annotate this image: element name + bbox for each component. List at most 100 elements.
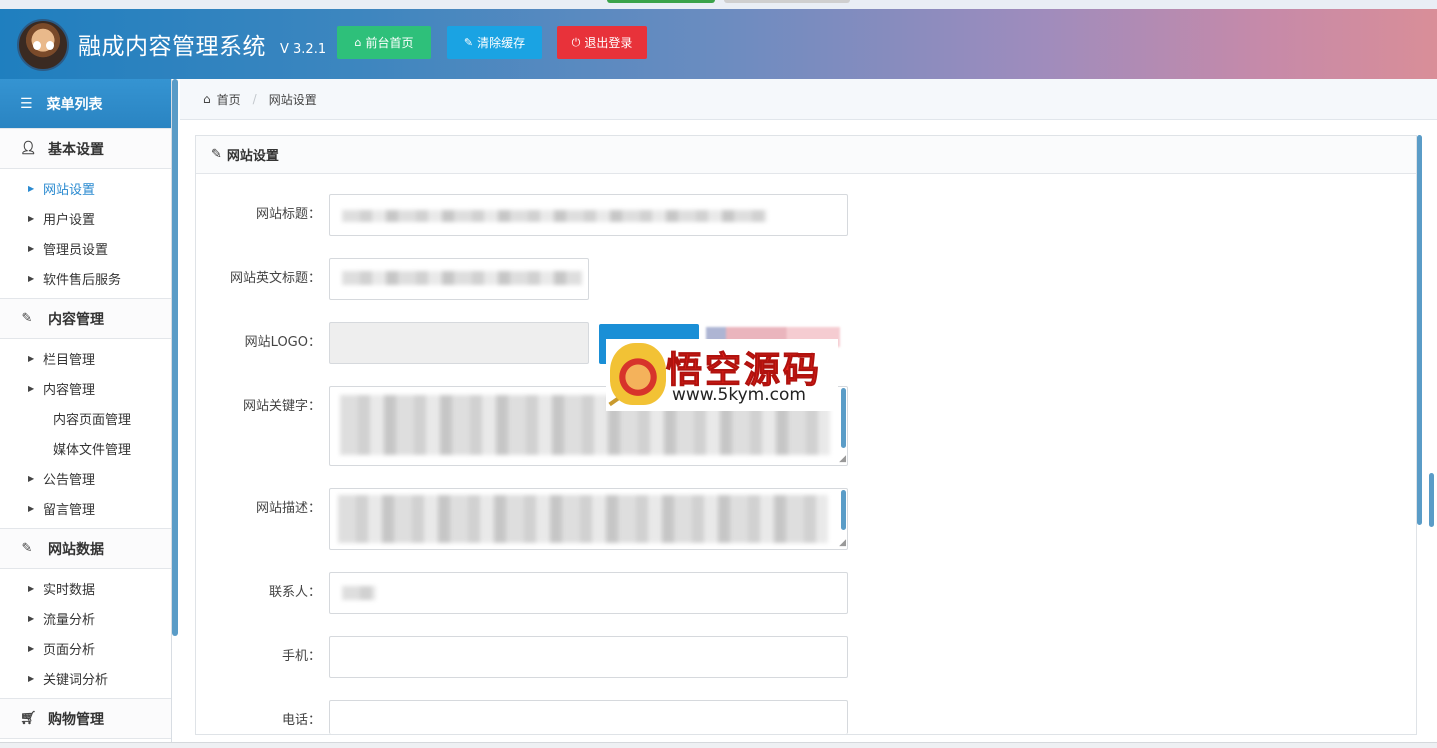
logout-label: 退出登录: [584, 36, 633, 50]
browser-top-strip: [0, 0, 1437, 9]
resize-grip-icon[interactable]: ◢: [839, 455, 846, 464]
site-en-title-input[interactable]: [329, 258, 589, 300]
resize-grip-icon[interactable]: ◢: [839, 539, 846, 548]
site-title-input[interactable]: [329, 194, 848, 236]
textarea-scrollbar[interactable]: [841, 490, 846, 530]
sidebar-group-shopping[interactable]: 🛒︎ 购物管理: [0, 698, 171, 739]
sidebar-group-label: 基本设置: [48, 141, 104, 158]
site-desc-label: 网站描述：: [255, 501, 321, 516]
clear-cache-label: 清除缓存: [477, 36, 526, 50]
sidebar-item-label: 关键词分析: [43, 672, 109, 688]
caret-right-icon: ▶: [28, 673, 35, 683]
caret-right-icon: ▶: [28, 213, 35, 223]
browser-tab-gray[interactable]: [724, 0, 850, 3]
cart-icon: 🛒︎: [20, 711, 37, 726]
caret-right-icon: ▶: [28, 183, 35, 193]
sidebar-item-site-settings[interactable]: ▶ 网站设置: [0, 173, 171, 203]
app-header: 融成内容管理系统 V 3.2.1 ⌂ 前台首页 ✎ 清除缓存 ⏻ 退出登录: [0, 9, 1437, 79]
site-title-label: 网站标题：: [255, 207, 321, 222]
logout-button[interactable]: ⏻ 退出登录: [557, 26, 647, 59]
sidebar-item-label: 页面分析: [43, 642, 96, 658]
menu-list-header[interactable]: ☰ 菜单列表: [0, 79, 171, 128]
sidebar-scrollbar[interactable]: [172, 79, 178, 636]
sidebar-item-user-settings[interactable]: ▶ 用户设置: [0, 203, 171, 233]
window-scrollbar[interactable]: [1429, 473, 1434, 527]
textarea-scrollbar[interactable]: [841, 388, 846, 448]
mobile-input[interactable]: [329, 636, 848, 678]
app-version: V 3.2.1: [280, 42, 327, 57]
sidebar-item-label: 栏目管理: [43, 352, 96, 368]
frontend-home-button[interactable]: ⌂ 前台首页: [337, 26, 431, 59]
panel-title: 网站设置: [226, 149, 279, 164]
contact-label: 联系人：: [268, 585, 321, 600]
edit-icon: ✎: [21, 311, 33, 326]
sidebar-item-label: 实时数据: [43, 582, 96, 598]
list-icon: ☰: [20, 95, 33, 112]
sidebar-group-label: 网站数据: [48, 541, 104, 558]
wrench-icon: ✎: [463, 36, 474, 49]
sidebar-item-notice-mgmt[interactable]: ▶ 公告管理: [0, 463, 171, 493]
sidebar-item-media-mgmt[interactable]: 媒体文件管理: [0, 433, 171, 463]
site-logo-input[interactable]: [329, 322, 589, 364]
mobile-label: 手机：: [281, 649, 321, 664]
phone-label: 电话：: [281, 713, 321, 728]
monkey-icon: [610, 343, 666, 405]
contact-input[interactable]: [329, 572, 848, 614]
home-icon: ⌂: [354, 36, 362, 49]
panel-header: ✎ 网站设置: [196, 136, 1416, 174]
clear-cache-button[interactable]: ✎ 清除缓存: [447, 26, 542, 59]
sidebar-item-column-mgmt[interactable]: ▶ 栏目管理: [0, 343, 171, 373]
sidebar-item-traffic-analysis[interactable]: ▶ 流量分析: [0, 603, 171, 633]
site-logo-label: 网站LOGO：: [244, 335, 321, 350]
sidebar-item-keyword-analysis[interactable]: ▶ 关键词分析: [0, 663, 171, 693]
watermark-url: www.5kym.com: [672, 385, 806, 405]
site-en-title-label: 网站英文标题：: [229, 271, 321, 286]
home-icon: ⌂: [203, 92, 211, 106]
caret-right-icon: ▶: [28, 613, 35, 623]
caret-right-icon: ▶: [28, 353, 35, 363]
breadcrumb-home[interactable]: 首页: [217, 91, 241, 108]
user-icon: 👤︎: [20, 141, 37, 156]
sidebar-item-realtime-data[interactable]: ▶ 实时数据: [0, 573, 171, 603]
browser-tab-green[interactable]: [607, 0, 715, 3]
browser-status-bar: [0, 742, 1437, 748]
sidebar-item-label: 流量分析: [43, 612, 96, 628]
sidebar-group-site-data[interactable]: ✎ 网站数据: [0, 528, 171, 569]
sidebar-item-label: 软件售后服务: [43, 272, 122, 288]
sidebar-item-label: 媒体文件管理: [53, 442, 132, 458]
sidebar-item-message-mgmt[interactable]: ▶ 留言管理: [0, 493, 171, 523]
sidebar-item-label: 内容管理: [43, 382, 96, 398]
sidebar-item-admin-settings[interactable]: ▶ 管理员设置: [0, 233, 171, 263]
sidebar-item-page-analysis[interactable]: ▶ 页面分析: [0, 633, 171, 663]
caret-right-icon: ▶: [28, 273, 35, 283]
caret-right-icon: ▶: [28, 503, 35, 513]
caret-right-icon: ▶: [28, 473, 35, 483]
site-keywords-label: 网站关键字：: [242, 399, 321, 414]
sidebar-item-content-page-mgmt[interactable]: 内容页面管理: [0, 403, 171, 433]
sidebar-item-content-mgmt[interactable]: ▶ 内容管理: [0, 373, 171, 403]
sidebar-group-content[interactable]: ✎ 内容管理: [0, 298, 171, 339]
site-desc-textarea[interactable]: ◢: [329, 488, 848, 550]
caret-right-icon: ▶: [28, 383, 35, 393]
breadcrumb: ⌂ 首页 / 网站设置: [180, 79, 1437, 120]
sidebar-item-label: 留言管理: [43, 502, 96, 518]
sidebar: ☰ 菜单列表 👤︎ 基本设置 ▶ 网站设置 ▶ 用户设置 ▶ 管理员设置 ▶ 软件售后服…: [0, 79, 172, 742]
sidebar-item-label: 公告管理: [43, 472, 96, 488]
sidebar-group-label: 内容管理: [48, 311, 104, 328]
panel-scrollbar[interactable]: [1417, 135, 1422, 525]
frontend-home-label: 前台首页: [365, 36, 414, 50]
sidebar-group-label: 购物管理: [48, 711, 104, 728]
sidebar-item-label: 管理员设置: [43, 242, 109, 258]
app-logo: [17, 19, 69, 71]
edit-icon: ✎: [21, 541, 33, 556]
phone-input[interactable]: [329, 700, 848, 734]
edit-icon: ✎: [211, 147, 222, 162]
sidebar-item-label: 内容页面管理: [53, 412, 132, 428]
breadcrumb-separator: /: [252, 92, 257, 106]
sidebar-group-basic[interactable]: 👤︎ 基本设置: [0, 128, 171, 169]
caret-right-icon: ▶: [28, 243, 35, 253]
watermark-overlay: 悟空源码 www.5kym.com: [606, 339, 838, 411]
menu-list-title: 菜单列表: [46, 96, 103, 113]
power-icon: ⏻: [571, 35, 581, 49]
sidebar-item-after-sales[interactable]: ▶ 软件售后服务: [0, 263, 171, 293]
